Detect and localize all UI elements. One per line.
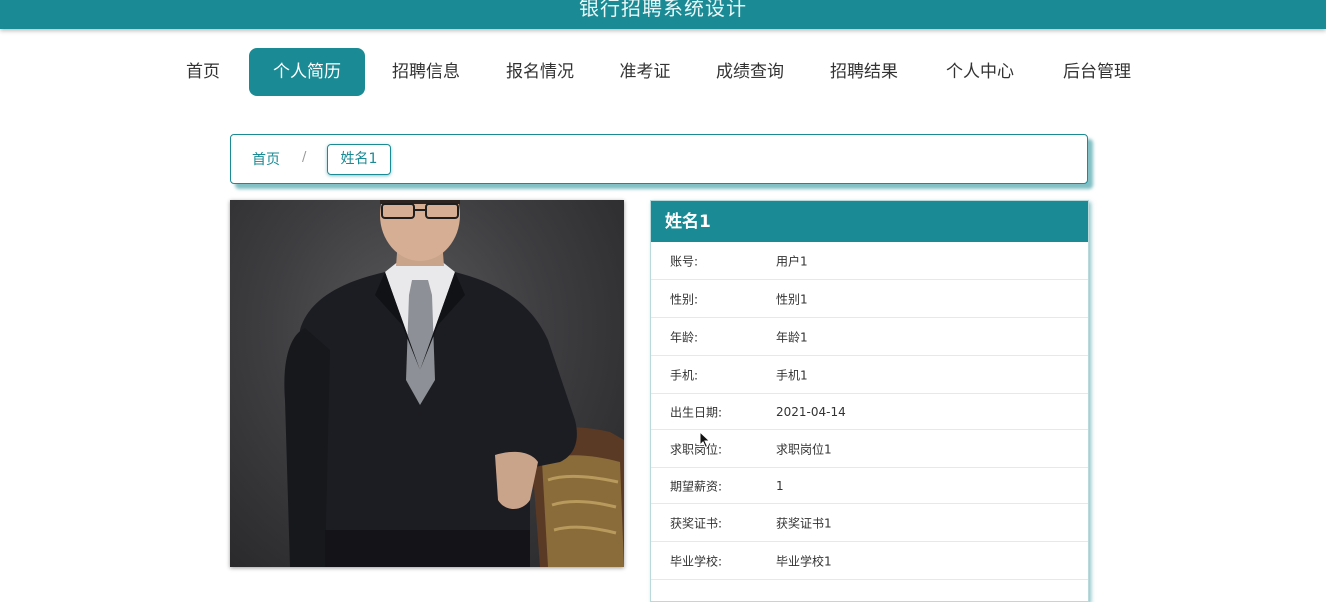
info-label: 手机: xyxy=(670,368,699,382)
info-row-school: 毕业学校: 毕业学校1 xyxy=(651,542,1088,580)
nav-item-score-query[interactable]: 成绩查询 xyxy=(707,48,793,96)
profile-info-panel: 姓名1 账号: 用户1 性别: 性别1 年龄: 年龄1 手机: 手机1 出生日期… xyxy=(650,200,1089,602)
profile-name-heading: 姓名1 xyxy=(651,201,1088,242)
info-value: 获奖证书1 xyxy=(776,516,832,530)
nav-item-registration[interactable]: 报名情况 xyxy=(497,48,583,96)
info-label: 毕业学校: xyxy=(670,554,723,568)
breadcrumb-home-link[interactable]: 首页 xyxy=(252,149,280,169)
breadcrumb: 首页 / 姓名1 xyxy=(230,134,1088,184)
nav-item-resume[interactable]: 个人简历 xyxy=(249,48,365,96)
person-portrait-illustration xyxy=(284,200,624,567)
info-value: 用户1 xyxy=(776,254,808,268)
info-row-gender: 性别: 性别1 xyxy=(651,280,1088,318)
top-header-bar: 银行招聘系统设计 xyxy=(0,0,1326,29)
breadcrumb-current: 姓名1 xyxy=(327,144,391,175)
info-label: 出生日期: xyxy=(670,405,723,419)
profile-photo xyxy=(230,200,624,567)
nav-item-admin[interactable]: 后台管理 xyxy=(1054,48,1140,96)
info-row-age: 年龄: 年龄1 xyxy=(651,318,1088,356)
main-nav: 首页 个人简历 招聘信息 报名情况 准考证 成绩查询 招聘结果 个人中心 后台管… xyxy=(0,48,1326,96)
info-label: 性别: xyxy=(670,292,699,306)
info-value: 年龄1 xyxy=(776,330,808,344)
info-row-account: 账号: 用户1 xyxy=(651,242,1088,280)
breadcrumb-separator: / xyxy=(302,150,307,165)
nav-item-admission-ticket[interactable]: 准考证 xyxy=(610,48,680,96)
nav-item-job-info[interactable]: 招聘信息 xyxy=(383,48,469,96)
info-label: 获奖证书: xyxy=(670,516,723,530)
info-value: 手机1 xyxy=(776,368,808,382)
info-row-phone: 手机: 手机1 xyxy=(651,356,1088,394)
info-row-expected-salary: 期望薪资: 1 xyxy=(651,468,1088,504)
nav-item-home[interactable]: 首页 xyxy=(175,48,231,96)
nav-item-user-center[interactable]: 个人中心 xyxy=(937,48,1023,96)
info-label: 期望薪资: xyxy=(670,479,723,493)
info-value: 1 xyxy=(776,478,784,493)
info-value: 毕业学校1 xyxy=(776,554,832,568)
site-title: 银行招聘系统设计 xyxy=(579,0,747,20)
info-value: 性别1 xyxy=(776,292,808,306)
info-label: 年龄: xyxy=(670,330,699,344)
info-row-job-position: 求职岗位: 求职岗位1 xyxy=(651,430,1088,468)
nav-item-results[interactable]: 招聘结果 xyxy=(821,48,907,96)
mouse-pointer-icon xyxy=(699,431,711,449)
info-label: 求职岗位: xyxy=(670,442,723,456)
info-value: 2021-04-14 xyxy=(776,404,846,419)
info-value: 求职岗位1 xyxy=(776,442,832,456)
info-row-certificates: 获奖证书: 获奖证书1 xyxy=(651,504,1088,542)
info-row-birthdate: 出生日期: 2021-04-14 xyxy=(651,394,1088,430)
info-label: 账号: xyxy=(670,254,699,268)
